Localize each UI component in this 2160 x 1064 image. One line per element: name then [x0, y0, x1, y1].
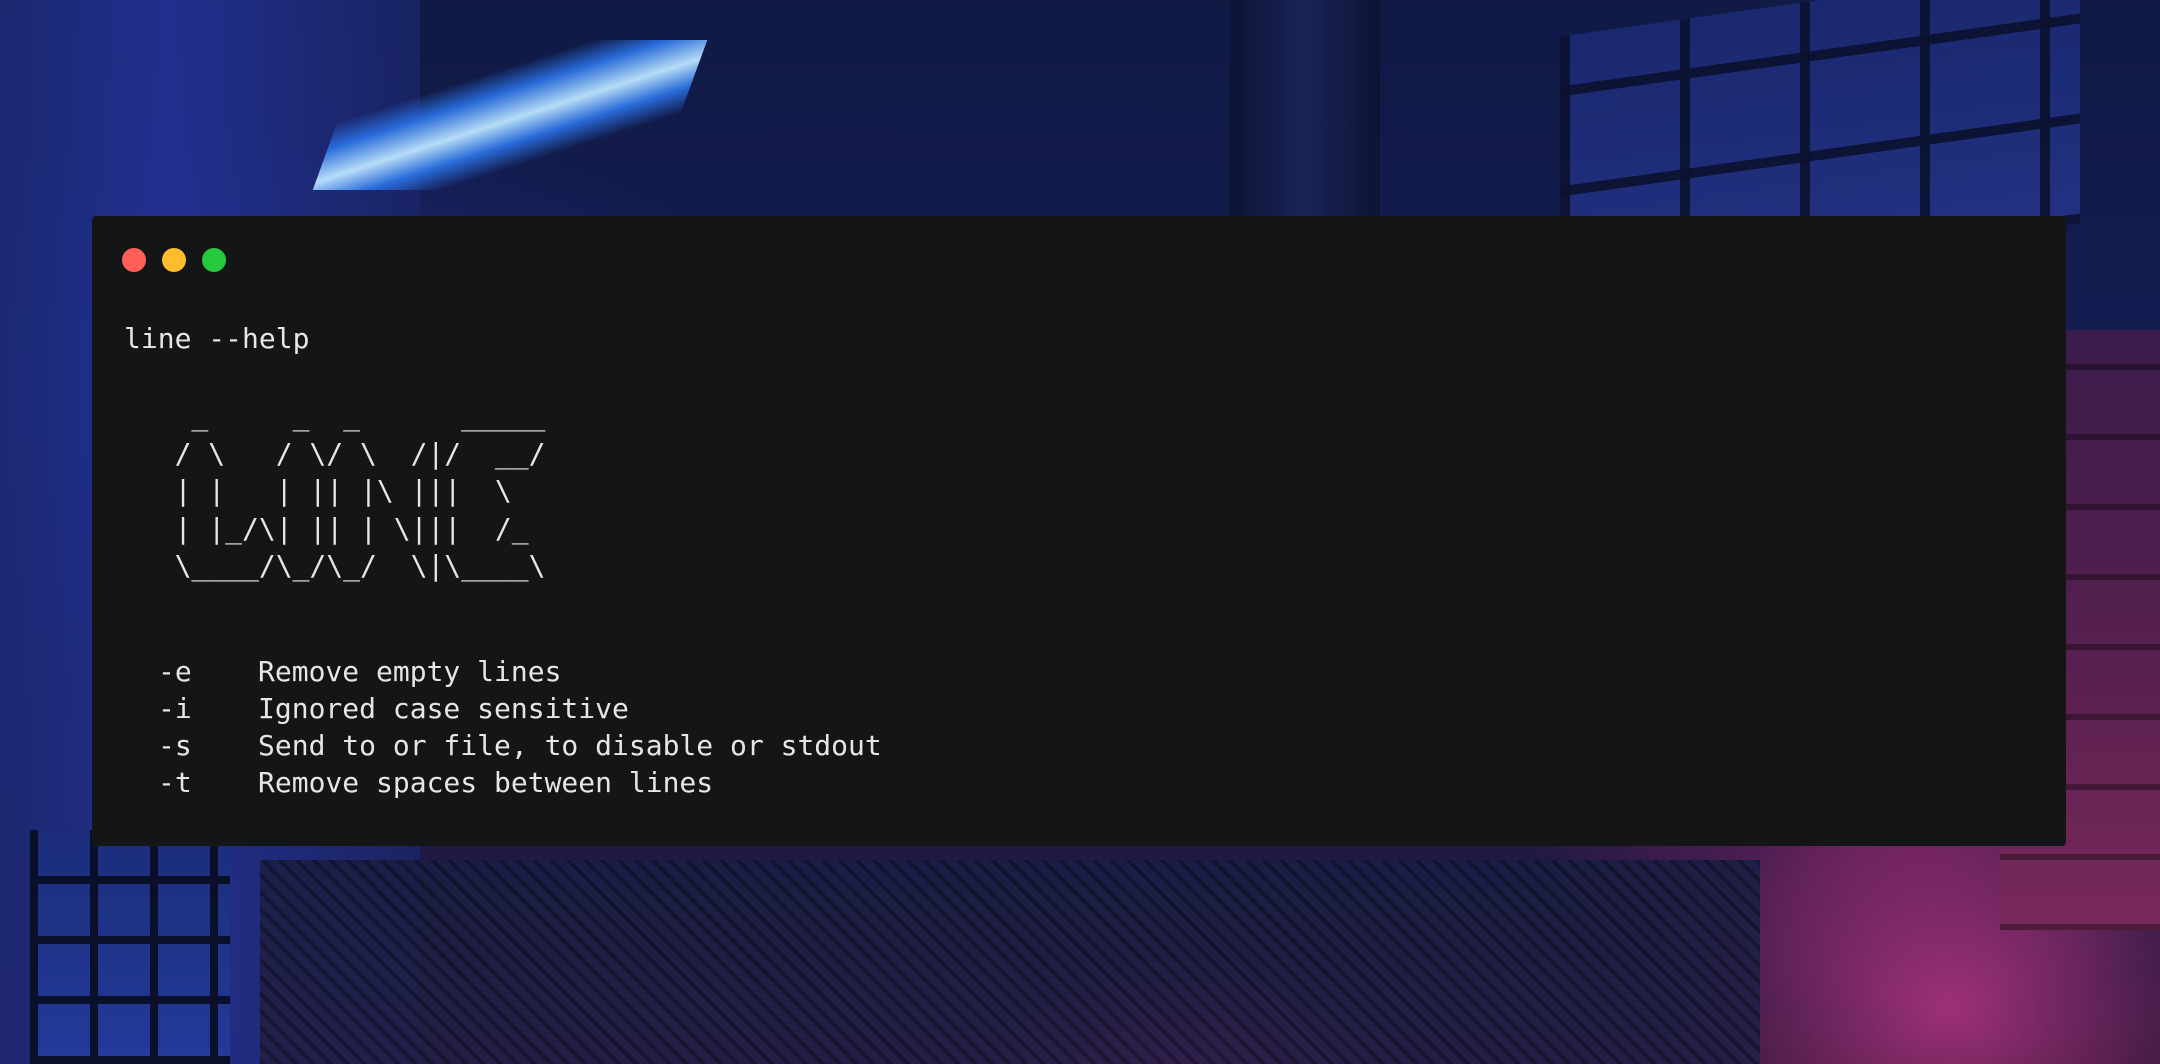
minimize-window-button[interactable] — [162, 248, 186, 272]
command-line: line --help — [124, 322, 310, 355]
option-row: -i Ignored case sensitive — [124, 690, 882, 727]
option-flag: -e — [158, 655, 192, 688]
option-flag: -s — [158, 729, 192, 762]
option-row: -e Remove empty lines — [124, 653, 882, 690]
option-description: Remove spaces between lines — [258, 766, 714, 799]
option-row: -s Send to or file, to disable or stdout — [124, 727, 882, 764]
wallpaper-neon-lamp — [312, 40, 708, 190]
option-flag: -i — [158, 692, 192, 725]
close-window-button[interactable] — [122, 248, 146, 272]
ascii-logo: _ _ _ _____ / \ / \/ \ /|/ __/ | | | || … — [174, 399, 546, 582]
option-flag: -t — [158, 766, 192, 799]
help-options-list: -e Remove empty lines -i Ignored case se… — [124, 653, 882, 801]
option-description: Remove empty lines — [258, 655, 562, 688]
window-controls — [122, 248, 226, 272]
wallpaper-street — [260, 860, 1760, 1064]
wallpaper-left-windows — [30, 830, 230, 1064]
option-row: -t Remove spaces between lines — [124, 764, 882, 801]
option-description: Send to or file, to disable or stdout — [258, 729, 882, 762]
maximize-window-button[interactable] — [202, 248, 226, 272]
option-description: Ignored case sensitive — [258, 692, 629, 725]
